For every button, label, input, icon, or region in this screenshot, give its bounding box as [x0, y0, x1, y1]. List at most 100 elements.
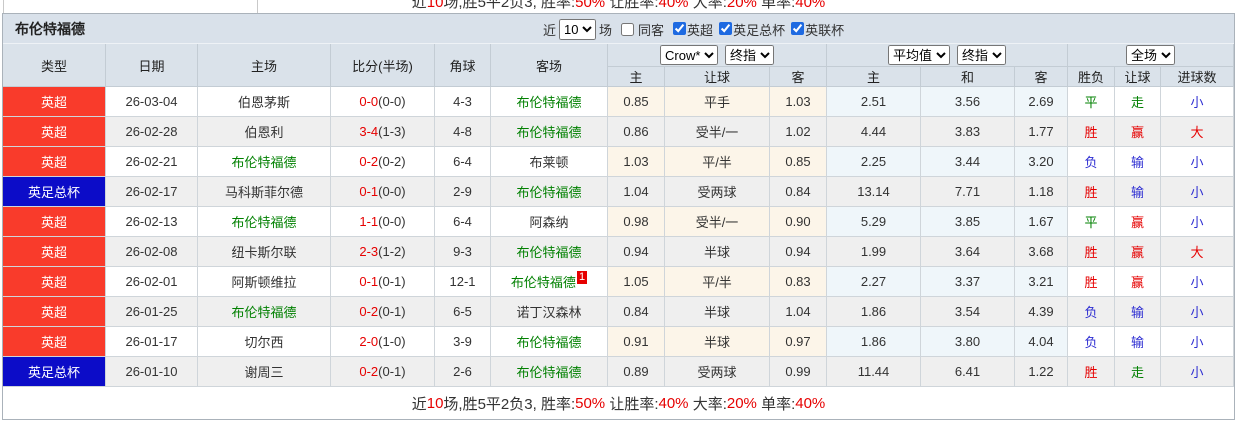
match-row: 英足总杯 26-02-17 马科斯菲尔德 0-1 (0-0) 2-9 布伦特福德 1.04 受两…	[3, 177, 1234, 207]
subcol-goals: 进球数	[1161, 67, 1234, 87]
avg-home-cell: 2.27	[827, 267, 921, 297]
away-team-name: 布伦特福德	[516, 125, 582, 140]
away-team-cell: 阿森纳	[491, 207, 608, 237]
avg-away-cell: 3.21	[1015, 267, 1068, 297]
away-team-name: 诺丁汉森林	[516, 305, 582, 320]
away-odds-cell: 0.94	[770, 237, 827, 267]
same-opponent-label: 同客	[638, 22, 665, 38]
top-summary-text: 近10场,胜5平2负3, 胜率:50% 让胜率:40% 大率:20% 单率:40…	[0, 0, 1237, 12]
halftime-score: (0-2)	[378, 154, 406, 169]
league-filter-checkbox[interactable]	[719, 21, 733, 35]
away-odds-cell: 0.83	[770, 267, 827, 297]
page: 近10场,胜5平2负3, 胜率:50% 让胜率:40% 大率:20% 单率:40…	[0, 0, 1237, 421]
league-badge: 英足总杯	[3, 357, 105, 386]
handicap-cell: 平/半	[665, 267, 770, 297]
score-cell: 0-2 (0-2)	[331, 147, 435, 177]
away-team-cell: 布伦特福德	[491, 237, 608, 267]
home-odds-cell: 1.03	[608, 147, 665, 177]
date-cell: 26-02-21	[106, 147, 198, 177]
column-header-type: 类型	[3, 44, 106, 87]
red-card-badge: 1	[576, 271, 588, 284]
subcol-avg-away: 客	[1015, 67, 1068, 87]
away-team-cell: 布伦特福德	[491, 87, 608, 117]
league-cell: 英超	[3, 87, 106, 117]
date-cell: 26-02-01	[106, 267, 198, 297]
home-team-cell: 伯恩利	[198, 117, 331, 147]
match-row: 英超 26-02-28 伯恩利 3-4 (1-3) 4-8 布伦特福德 0.86 受半/一 1.0…	[3, 117, 1234, 147]
avg-away-cell: 1.22	[1015, 357, 1068, 387]
fulltime-score: 0-1	[359, 274, 379, 289]
same-opponent-checkbox[interactable]	[621, 22, 635, 36]
score-cell: 1-1 (0-0)	[331, 207, 435, 237]
avg-draw-cell: 3.44	[921, 147, 1015, 177]
away-team-name: 布伦特福德	[516, 185, 582, 200]
top-summary-clipped: 近10场,胜5平2负3, 胜率:50% 让胜率:40% 大率:20% 单率:40…	[0, 0, 1237, 13]
avg-draw-cell: 6.41	[921, 357, 1015, 387]
summary-segment: 10	[426, 394, 444, 412]
avg-source-group: 平均值 终指	[827, 44, 1068, 67]
league-filter-label: 英联杯	[805, 22, 845, 38]
away-odds-cell: 1.03	[770, 87, 827, 117]
avg-time-select[interactable]: 终指	[957, 45, 1006, 65]
corners-cell: 6-5	[435, 297, 491, 327]
summary-segment: 40%	[795, 0, 826, 11]
league-cell: 英足总杯	[3, 357, 106, 387]
column-header-score: 比分(半场)	[331, 44, 435, 87]
home-team-cell: 马科斯菲尔德	[198, 177, 331, 207]
subcol-avg-draw: 和	[921, 67, 1015, 87]
avg-home-cell: 1.86	[827, 327, 921, 357]
goals-result-cell: 小	[1161, 357, 1234, 387]
goals-result-cell: 大	[1161, 117, 1234, 147]
handicap-cell: 受两球	[665, 177, 770, 207]
avg-away-cell: 2.69	[1015, 87, 1068, 117]
avg-away-cell: 3.20	[1015, 147, 1068, 177]
odds-time-select[interactable]: 终指	[725, 45, 774, 65]
home-team-cell: 布伦特福德	[198, 297, 331, 327]
avg-source-select[interactable]: 平均值	[888, 45, 950, 65]
subcol-avg-home: 主	[827, 67, 921, 87]
summary-segment: 50%	[575, 0, 606, 11]
fulltime-score: 2-3	[359, 244, 379, 259]
avg-home-cell: 2.25	[827, 147, 921, 177]
column-header-date: 日期	[106, 44, 198, 87]
score-cell: 0-1 (0-1)	[331, 267, 435, 297]
league-badge: 英超	[3, 117, 105, 146]
match-row: 英超 26-02-08 纽卡斯尔联 2-3 (1-2) 9-3 布伦特福德 0.94 半球 0.9…	[3, 237, 1234, 267]
avg-home-cell: 1.86	[827, 297, 921, 327]
home-team-cell: 布伦特福德	[198, 147, 331, 177]
league-cell: 英超	[3, 267, 106, 297]
summary-footer: 近 10 场,胜5平2负3, 胜率: 50% 让胜率: 40% 大率: 20% 单率: 40…	[3, 387, 1234, 419]
away-team-cell: 布伦特福德 1	[491, 267, 608, 297]
recent-count-select[interactable]: 10	[559, 18, 597, 40]
fulltime-score: 0-2	[359, 304, 379, 319]
handicap-result-cell: 输	[1115, 297, 1161, 327]
halftime-score: (1-2)	[378, 244, 406, 259]
corners-cell: 9-3	[435, 237, 491, 267]
page-title: 布伦特福德	[15, 20, 85, 37]
filter-controls: 近 10 场 同客 英超 英足总杯 英联杯	[543, 14, 844, 44]
odds-source-group: Crow* 终指	[608, 44, 827, 67]
result-scope-select[interactable]: 全场	[1126, 45, 1175, 65]
score-cell: 2-0 (1-0)	[331, 327, 435, 357]
score-cell: 0-1 (0-0)	[331, 177, 435, 207]
halftime-score: (0-0)	[378, 94, 406, 109]
goals-result-cell: 小	[1161, 267, 1234, 297]
home-odds-cell: 0.86	[608, 117, 665, 147]
goals-result-cell: 小	[1161, 297, 1234, 327]
date-cell: 26-02-08	[106, 237, 198, 267]
odds-source-select[interactable]: Crow*	[660, 45, 718, 65]
summary-segment: 40%	[795, 394, 826, 412]
avg-draw-cell: 3.83	[921, 117, 1015, 147]
league-filter-checkbox[interactable]	[673, 21, 687, 35]
home-odds-cell: 0.84	[608, 297, 665, 327]
handicap-result-cell: 走	[1115, 87, 1161, 117]
league-badge: 英超	[3, 87, 105, 116]
away-odds-cell: 0.90	[770, 207, 827, 237]
avg-home-cell: 5.29	[827, 207, 921, 237]
avg-home-cell: 13.14	[827, 177, 921, 207]
summary-segment: 20%	[726, 394, 757, 412]
winlose-result-cell: 胜	[1068, 267, 1115, 297]
league-filter-checkbox[interactable]	[791, 21, 805, 35]
winlose-result-cell: 平	[1068, 207, 1115, 237]
summary-segment: 场,胜5平2负3, 胜率:	[443, 395, 576, 413]
